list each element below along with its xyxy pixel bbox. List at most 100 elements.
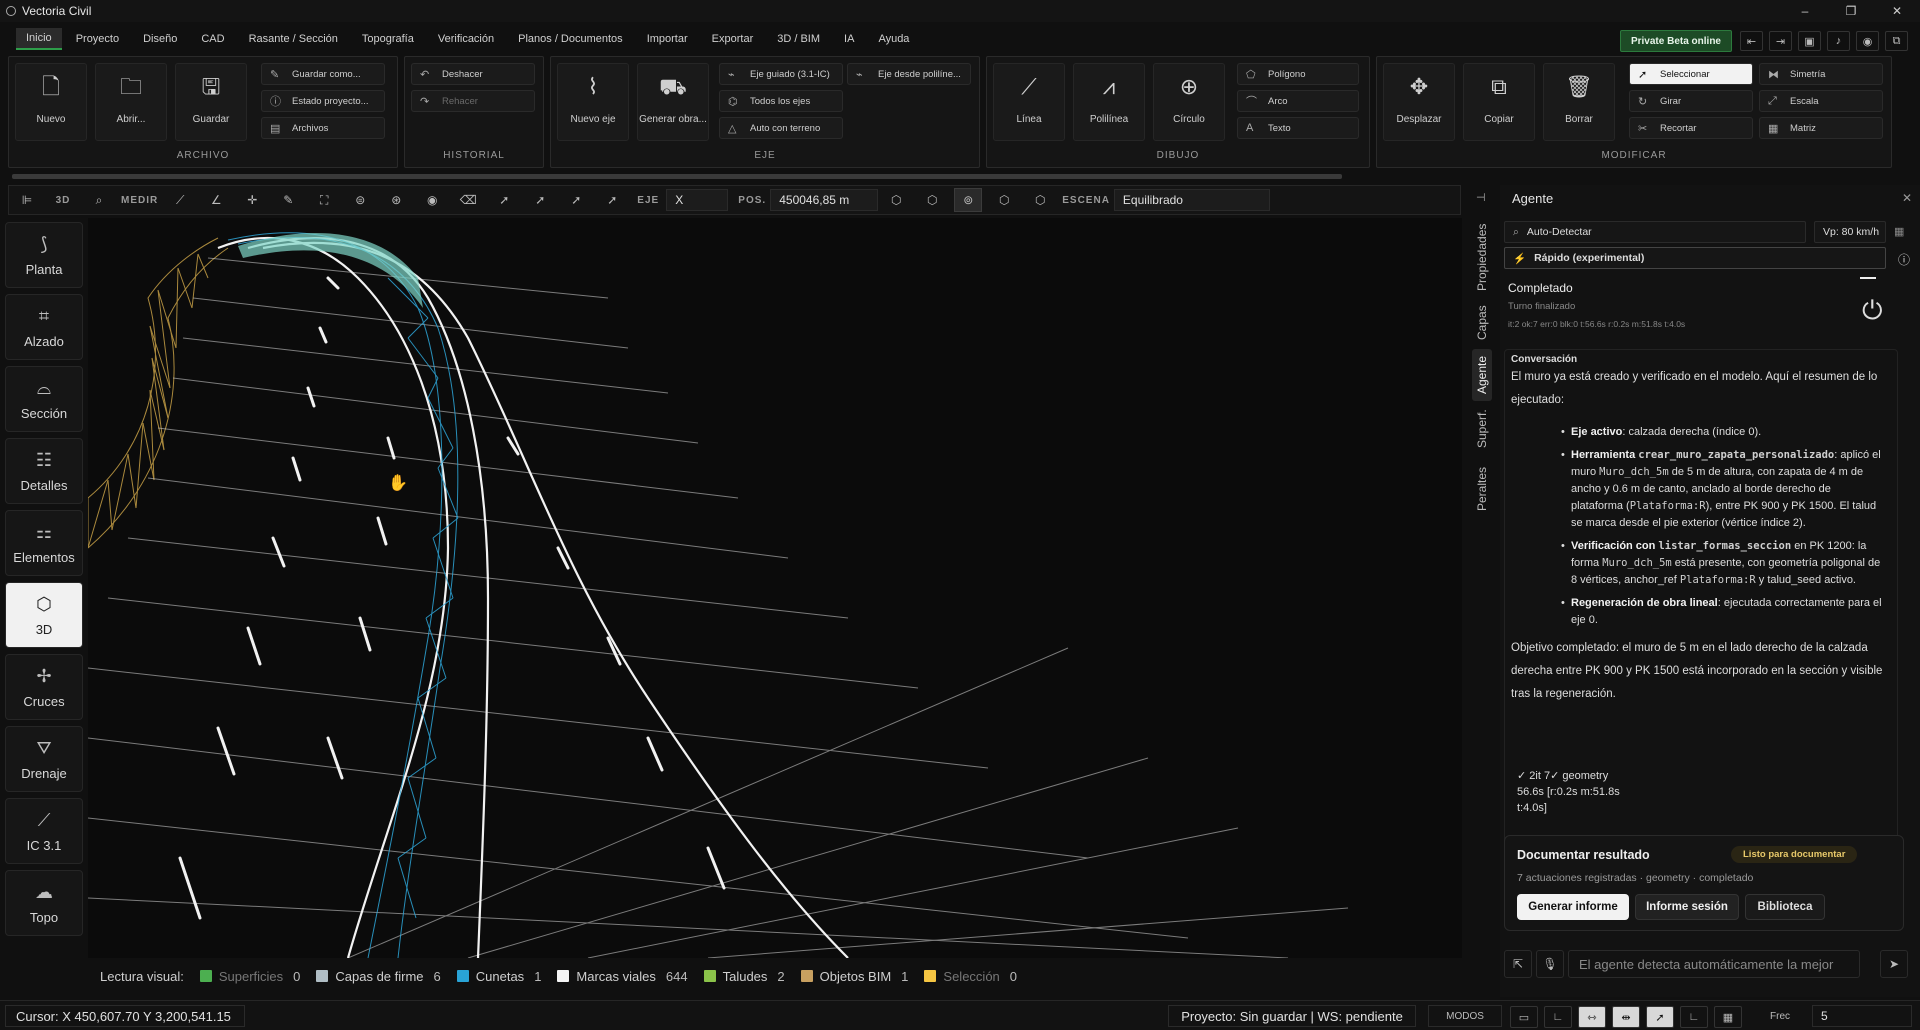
layers-icon[interactable]: ⊜ bbox=[346, 188, 374, 212]
view-3d-label[interactable]: 3D bbox=[49, 188, 77, 212]
auto-terreno-button[interactable]: △ Auto con terreno bbox=[719, 117, 843, 139]
linea-button[interactable]: ⟋ Línea bbox=[993, 63, 1065, 141]
legend-taludes[interactable]: Taludes 2 bbox=[703, 969, 785, 984]
eraser-icon[interactable]: ⌫ bbox=[454, 188, 482, 212]
legend-marcas-viales[interactable]: Marcas viales 644 bbox=[557, 969, 688, 984]
sidebar-toggle-icon[interactable]: ⊫ bbox=[13, 188, 41, 212]
windows-icon[interactable]: ⧉ bbox=[1885, 31, 1908, 51]
nav-cruces[interactable]: ✢ Cruces bbox=[5, 654, 83, 720]
snap-midpoint-icon[interactable]: ⇹ bbox=[1612, 1006, 1640, 1028]
abrir-button[interactable]: 🗀 Abrir... bbox=[95, 63, 167, 141]
polilinea-button[interactable]: ⩘ Polilínea bbox=[1073, 63, 1145, 141]
cube-front-icon[interactable]: ⬡ bbox=[918, 188, 946, 212]
legend-cunetas[interactable]: Cunetas 1 bbox=[456, 969, 541, 984]
estado-proyecto-button[interactable]: ⓘ Estado proyecto... bbox=[261, 90, 385, 112]
nuevo-eje-button[interactable]: ⌇ Nuevo eje bbox=[557, 63, 629, 141]
measure-ruler-icon[interactable]: ⟋ bbox=[166, 188, 194, 212]
close-panel-icon[interactable]: ✕ bbox=[1902, 191, 1912, 205]
info-icon[interactable]: ⓘ bbox=[1898, 251, 1910, 268]
legend-seleccion[interactable]: Selección 0 bbox=[924, 969, 1017, 984]
menu-ayuda[interactable]: Ayuda bbox=[868, 29, 919, 49]
escena-select[interactable]: Equilibrado bbox=[1113, 189, 1270, 211]
close-button[interactable]: ✕ bbox=[1874, 0, 1920, 22]
tab-superf[interactable]: Superf. bbox=[1472, 405, 1492, 453]
minimize-button[interactable]: – bbox=[1782, 0, 1828, 22]
ortho-icon[interactable]: ∟ bbox=[1544, 1006, 1572, 1028]
agent-input[interactable]: El agente detecta automáticamente la mej… bbox=[1568, 950, 1860, 978]
collapse-panel-icon[interactable]: ⊣ bbox=[1476, 191, 1486, 204]
guardar-button[interactable]: 🖫 Guardar bbox=[175, 63, 247, 141]
export-icon[interactable]: ⇥ bbox=[1769, 31, 1792, 51]
todos-ejes-button[interactable]: ⌬ Todos los ejes bbox=[719, 90, 843, 112]
zoom-icon[interactable]: ⌕ bbox=[85, 188, 113, 212]
grid-icon[interactable]: ▦ bbox=[1714, 1006, 1742, 1028]
menu-inicio[interactable]: Inicio bbox=[16, 28, 62, 50]
menu-3d-bim[interactable]: 3D / BIM bbox=[767, 29, 830, 49]
rehacer-button[interactable]: ↷ Rehacer bbox=[411, 90, 535, 112]
speed-field[interactable]: Vp: 80 km/h bbox=[1814, 221, 1886, 243]
attach-icon[interactable]: ⇱ bbox=[1504, 950, 1532, 978]
legend-objetos-bim[interactable]: Objetos BIM 1 bbox=[800, 969, 908, 984]
desplazar-button[interactable]: ✥ Desplazar bbox=[1383, 63, 1455, 141]
tab-agente[interactable]: Agente bbox=[1472, 349, 1492, 401]
legend-superficies[interactable]: Superficies 0 bbox=[199, 969, 300, 984]
girar-button[interactable]: ↻ Girar bbox=[1629, 90, 1753, 112]
archivos-button[interactable]: ▤ Archivos bbox=[261, 117, 385, 139]
send-icon[interactable]: ➤ bbox=[1880, 950, 1908, 978]
bell-icon[interactable]: ♪ bbox=[1827, 31, 1850, 51]
tab-peraltes[interactable]: Peraltes bbox=[1472, 457, 1492, 521]
nav-3d[interactable]: ⬡ 3D bbox=[5, 582, 83, 648]
nav-detalles[interactable]: ☷ Detalles bbox=[5, 438, 83, 504]
nav-seccion[interactable]: ⌓ Sección bbox=[5, 366, 83, 432]
eje-polilinea-button[interactable]: ⌁ Eje desde polilíne... bbox=[847, 63, 971, 85]
select-arrow-icon[interactable]: ➚ bbox=[490, 188, 518, 212]
seleccionar-button[interactable]: ➚ Seleccionar bbox=[1629, 63, 1753, 85]
nav-ic31[interactable]: ⟋ IC 3.1 bbox=[5, 798, 83, 864]
modos-button[interactable]: MODOS bbox=[1428, 1005, 1502, 1027]
menu-proyecto[interactable]: Proyecto bbox=[66, 29, 129, 49]
eye-icon[interactable]: ◉ bbox=[1856, 31, 1879, 51]
generar-obra-button[interactable]: ⛟ Generar obra... bbox=[637, 63, 709, 141]
deshacer-button[interactable]: ↶ Deshacer bbox=[411, 63, 535, 85]
generar-informe-button[interactable]: Generar informe bbox=[1517, 894, 1629, 920]
poligono-button[interactable]: ⬠ Polígono bbox=[1237, 63, 1359, 85]
nav-planta[interactable]: ⟆ Planta bbox=[5, 222, 83, 288]
biblioteca-button[interactable]: Biblioteca bbox=[1745, 894, 1825, 920]
menu-rasante-seccion[interactable]: Rasante / Sección bbox=[239, 29, 348, 49]
guardar-como-button[interactable]: ✎ Guardar como... bbox=[261, 63, 385, 85]
borrar-button[interactable]: 🗑 Borrar bbox=[1543, 63, 1615, 141]
tab-propiedades[interactable]: Propiedades bbox=[1472, 217, 1492, 297]
viewport-3d[interactable]: ✋ bbox=[88, 218, 1462, 958]
nav-topo[interactable]: ☁ Topo bbox=[5, 870, 83, 936]
copiar-button[interactable]: ⧉ Copiar bbox=[1463, 63, 1535, 141]
menu-verificacion[interactable]: Verificación bbox=[428, 29, 504, 49]
circulo-button[interactable]: ⊕ Círculo bbox=[1153, 63, 1225, 141]
polar-icon[interactable]: ∟ bbox=[1680, 1006, 1708, 1028]
nav-drenaje[interactable]: ⛛ Drenaje bbox=[5, 726, 83, 792]
pos-field[interactable]: 450046,85 m bbox=[770, 189, 879, 211]
nuevo-button[interactable]: 🗋 Nuevo bbox=[15, 63, 87, 141]
informe-sesion-button[interactable]: Informe sesión bbox=[1635, 894, 1739, 920]
cube-iso-icon[interactable]: ⬡ bbox=[1026, 188, 1054, 212]
legend-capas-firme[interactable]: Capas de firme 6 bbox=[316, 969, 441, 984]
microphone-icon[interactable]: 🎙 bbox=[1536, 950, 1564, 978]
cube-view-icon[interactable]: ⬡ bbox=[882, 188, 910, 212]
menu-importar[interactable]: Importar bbox=[637, 29, 698, 49]
zoom-extents-icon[interactable]: ⛶ bbox=[310, 188, 338, 212]
point-icon[interactable]: ✛ bbox=[238, 188, 266, 212]
matriz-button[interactable]: ▦ Matriz bbox=[1759, 117, 1883, 139]
maximize-button[interactable]: ❐ bbox=[1828, 0, 1874, 22]
pen-icon[interactable]: ✎ bbox=[274, 188, 302, 212]
settings-icon[interactable]: ▦ bbox=[1894, 225, 1904, 238]
screenshot-icon[interactable]: ▣ bbox=[1798, 31, 1821, 51]
arco-button[interactable]: ⌒ Arco bbox=[1237, 90, 1359, 112]
texto-button[interactable]: A Texto bbox=[1237, 117, 1359, 139]
medir-label[interactable]: MEDIR bbox=[121, 188, 158, 212]
recortar-button[interactable]: ✂ Recortar bbox=[1629, 117, 1753, 139]
nav-elementos[interactable]: ⚏ Elementos bbox=[5, 510, 83, 576]
target-view-icon[interactable]: ⊚ bbox=[954, 188, 983, 212]
tab-capas[interactable]: Capas bbox=[1472, 301, 1492, 345]
menu-topografia[interactable]: Topografía bbox=[352, 29, 424, 49]
panel-icon[interactable]: ⇤ bbox=[1740, 31, 1763, 51]
menu-exportar[interactable]: Exportar bbox=[702, 29, 764, 49]
